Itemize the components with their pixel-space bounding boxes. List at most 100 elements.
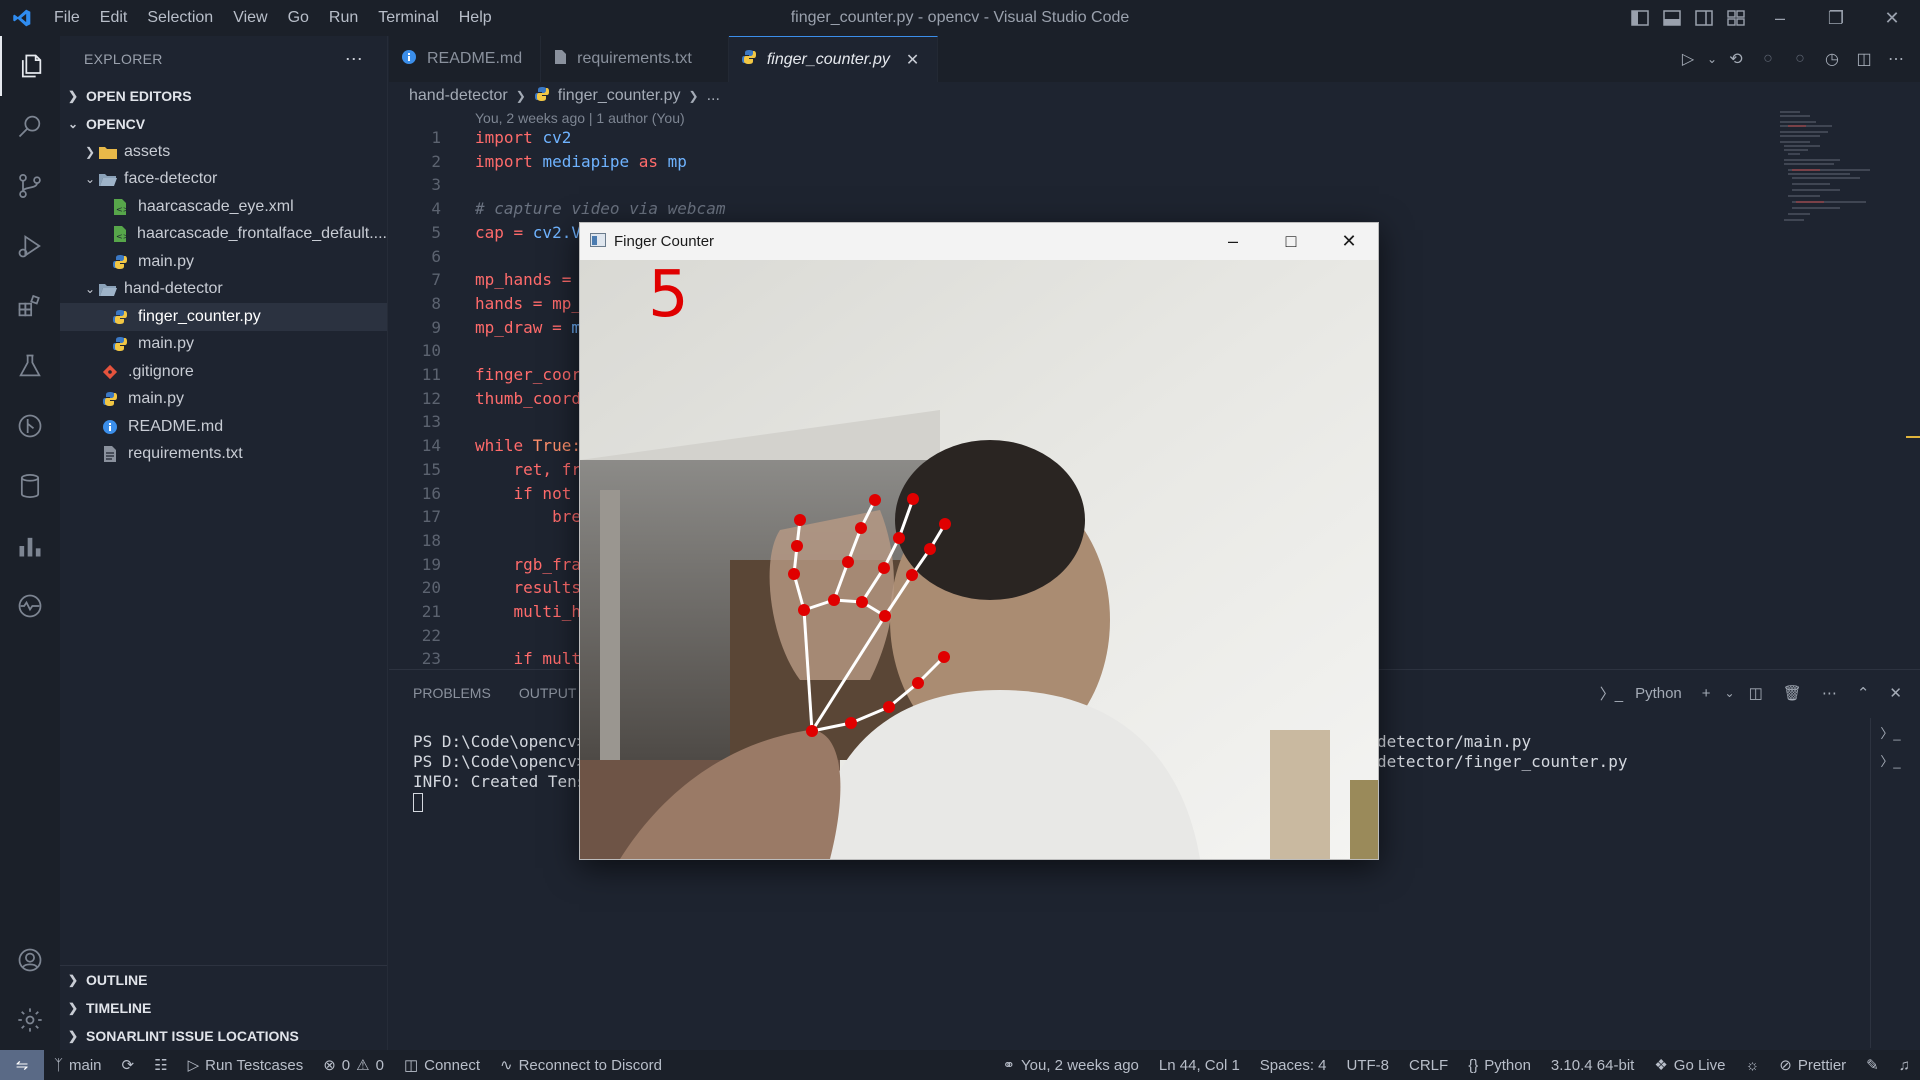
tab-problems[interactable]: PROBLEMS — [413, 685, 491, 701]
project-root-section[interactable]: ⌄ OPENCV — [60, 110, 387, 138]
copilot-icon[interactable]: ☼ — [1735, 1057, 1769, 1074]
tree-item-readme[interactable]: README.md — [60, 413, 387, 441]
trash-icon[interactable]: 🗑 — [1775, 684, 1810, 702]
tree-item-face-xml[interactable]: <> haarcascade_frontalface_default.... — [60, 221, 387, 249]
toggle-secondary-sidebar-icon[interactable] — [1688, 0, 1720, 36]
graph-icon[interactable]: ☷ — [144, 1056, 177, 1074]
extensions-icon[interactable] — [0, 276, 60, 336]
tree-item-face-main[interactable]: main.py — [60, 248, 387, 276]
menu-selection[interactable]: Selection — [137, 0, 223, 36]
database-icon[interactable] — [0, 456, 60, 516]
tab-finger-counter[interactable]: finger_counter.py ✕ — [728, 36, 939, 82]
minimize-icon[interactable]: – — [1752, 0, 1808, 36]
discord-status[interactable]: ∿ Reconnect to Discord — [490, 1056, 672, 1075]
tab-output[interactable]: OUTPUT — [519, 685, 577, 701]
terminal-instance-icon[interactable]: 〉_ — [1871, 746, 1910, 774]
more-actions-icon[interactable]: ⋯ — [1880, 49, 1912, 69]
git-graph-icon[interactable] — [0, 396, 60, 456]
sync-icon[interactable]: ⟳ — [112, 1056, 145, 1074]
encoding-status[interactable]: UTF-8 — [1337, 1057, 1400, 1074]
split-terminal-icon[interactable]: ◫ — [1741, 684, 1771, 702]
pulse-icon[interactable] — [0, 576, 60, 636]
terminal-name[interactable]: Python — [1635, 685, 1690, 702]
breadcrumb-folder[interactable]: hand-detector — [409, 87, 508, 105]
maximize-panel-icon[interactable]: ⌃ — [1849, 684, 1878, 702]
finger-counter-titlebar[interactable]: Finger Counter – □ ✕ — [580, 223, 1378, 260]
breadcrumb-file[interactable]: finger_counter.py — [558, 87, 681, 105]
customize-layout-icon[interactable] — [1720, 0, 1752, 36]
tree-item-assets[interactable]: ❯ assets — [60, 138, 387, 166]
indentation-status[interactable]: Spaces: 4 — [1250, 1057, 1337, 1074]
tree-item-requirements[interactable]: requirements.txt — [60, 441, 387, 469]
timeline-icon[interactable]: ◷ — [1816, 49, 1848, 69]
codelens-blame[interactable]: You, 2 weeks ago | 1 author (You) — [475, 110, 685, 126]
notifications-bell-icon[interactable]: ♫ — [1889, 1057, 1920, 1074]
close-icon[interactable]: ✕ — [1864, 0, 1920, 36]
git-revert-icon[interactable]: ⟲ — [1720, 49, 1752, 69]
branch-status[interactable]: ᛉ main — [44, 1057, 112, 1074]
settings-gear-icon[interactable] — [0, 990, 60, 1050]
terminal-output[interactable]: PS D:\Code\opencv> PS D:\Code\opencv> INFO… — [413, 732, 586, 812]
tree-item-hand-detector[interactable]: ⌄ hand-detector — [60, 276, 387, 304]
tab-requirements[interactable]: requirements.txt — [541, 36, 729, 82]
more-actions-icon[interactable]: ⋯ — [345, 49, 363, 70]
eol-status[interactable]: CRLF — [1399, 1057, 1458, 1074]
close-tab-icon[interactable]: ✕ — [906, 50, 919, 70]
connect-status[interactable]: ◫ Connect — [394, 1056, 490, 1075]
close-panel-icon[interactable]: ✕ — [1881, 684, 1910, 702]
menu-edit[interactable]: Edit — [90, 0, 138, 36]
terminal-instance-icon[interactable]: 〉_ — [1871, 718, 1910, 746]
open-editors-section[interactable]: ❯ OPEN EDITORS — [60, 82, 387, 110]
interpreter-status[interactable]: 3.10.4 64-bit — [1541, 1057, 1644, 1074]
chevron-down-icon[interactable]: ⌄ — [1723, 686, 1737, 700]
minimize-icon[interactable]: – — [1204, 223, 1262, 260]
feedback-icon[interactable]: ✎ — [1856, 1056, 1889, 1074]
source-control-icon[interactable] — [0, 156, 60, 216]
sonarlint-section[interactable]: ❯ SONARLINT ISSUE LOCATIONS — [60, 1022, 387, 1050]
problems-status[interactable]: ⊗ 0 ⚠ 0 — [313, 1056, 394, 1075]
chevron-down-icon[interactable]: ⌄ — [1704, 52, 1720, 66]
menu-go[interactable]: Go — [278, 0, 319, 36]
run-debug-icon[interactable] — [0, 216, 60, 276]
account-icon[interactable] — [0, 930, 60, 990]
remote-icon[interactable]: ⇋ — [0, 1050, 44, 1080]
menu-run[interactable]: Run — [319, 0, 368, 36]
run-icon[interactable]: ▷ — [1672, 49, 1704, 69]
close-icon[interactable]: ✕ — [1320, 223, 1378, 260]
git-previous-icon[interactable]: ○ — [1752, 50, 1784, 68]
chart-icon[interactable] — [0, 516, 60, 576]
language-status[interactable]: {} Python — [1458, 1057, 1541, 1074]
restore-icon[interactable]: ❐ — [1808, 0, 1864, 36]
tree-item-face-detector[interactable]: ⌄ face-detector — [60, 166, 387, 194]
prettier-status[interactable]: ⊘ Prettier — [1769, 1056, 1856, 1075]
timeline-section[interactable]: ❯ TIMELINE — [60, 994, 387, 1022]
tree-item-finger-counter[interactable]: finger_counter.py — [60, 303, 387, 331]
toggle-sidebar-icon[interactable] — [1624, 0, 1656, 36]
tree-item-gitignore[interactable]: .gitignore — [60, 358, 387, 386]
testing-icon[interactable] — [0, 336, 60, 396]
tree-item-hand-main[interactable]: main.py — [60, 331, 387, 359]
go-live-status[interactable]: ❖ Go Live — [1644, 1056, 1735, 1075]
menu-terminal[interactable]: Terminal — [368, 0, 448, 36]
search-icon[interactable] — [0, 96, 60, 156]
tree-item-root-main[interactable]: main.py — [60, 386, 387, 414]
menu-file[interactable]: File — [44, 0, 90, 36]
more-actions-icon[interactable]: ⋯ — [1814, 684, 1845, 702]
menu-help[interactable]: Help — [449, 0, 502, 36]
menu-view[interactable]: View — [223, 0, 277, 36]
outline-section[interactable]: ❯ OUTLINE — [60, 966, 387, 994]
run-testcases-status[interactable]: ▷ Run Testcases — [178, 1056, 314, 1075]
new-terminal-icon[interactable]: + — [1694, 685, 1719, 702]
tab-readme[interactable]: README.md — [389, 36, 542, 82]
git-next-icon[interactable]: ○ — [1784, 50, 1816, 68]
tree-item-eye-xml[interactable]: <> haarcascade_eye.xml — [60, 193, 387, 221]
breadcrumb-more[interactable]: ... — [707, 87, 720, 105]
finger-counter-window[interactable]: Finger Counter – □ ✕ 5 — [579, 222, 1379, 860]
toggle-panel-icon[interactable] — [1656, 0, 1688, 36]
split-editor-icon[interactable]: ◫ — [1848, 49, 1880, 69]
minimap[interactable] — [1780, 108, 1890, 248]
blame-status[interactable]: ⚭ You, 2 weeks ago — [992, 1056, 1148, 1075]
explorer-icon[interactable] — [0, 36, 60, 96]
maximize-icon[interactable]: □ — [1262, 223, 1320, 260]
cursor-position[interactable]: Ln 44, Col 1 — [1149, 1057, 1250, 1074]
